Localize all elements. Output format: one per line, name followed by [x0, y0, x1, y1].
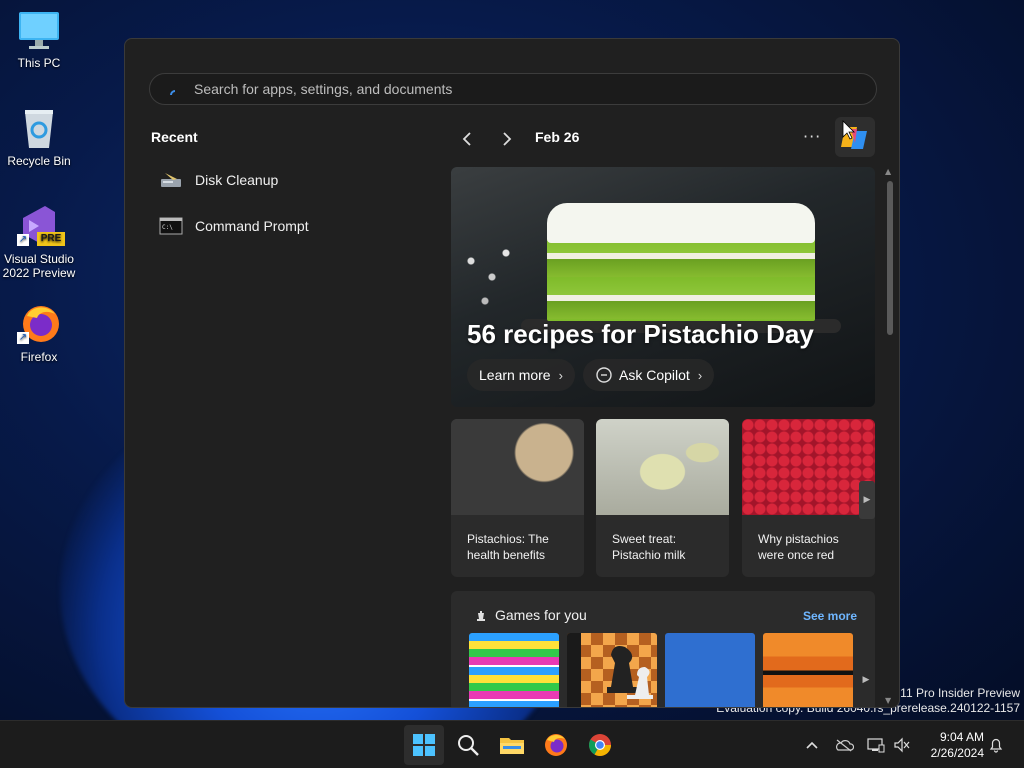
- clock-time: 9:04 AM: [939, 730, 984, 744]
- recent-item-label: Disk Cleanup: [195, 172, 279, 188]
- recycle-bin-icon: [17, 106, 61, 150]
- previous-day-button[interactable]: [455, 127, 479, 151]
- desktop-icon-label: Firefox: [20, 350, 58, 364]
- chat-bubble-icon: [596, 367, 612, 383]
- chrome-taskbar-button[interactable]: [580, 725, 620, 765]
- hero-title: 56 recipes for Pistachio Day: [467, 319, 814, 349]
- story-caption: Pistachios: The health benefits: [467, 532, 549, 562]
- taskbar-search-button[interactable]: [448, 725, 488, 765]
- visual-studio-icon: PRE ↗: [17, 204, 65, 248]
- ask-copilot-label: Ask Copilot: [619, 367, 690, 383]
- see-more-link[interactable]: See more: [803, 609, 857, 623]
- search-placeholder: Search for apps, settings, and documents: [194, 81, 453, 97]
- firefox-icon: ↗: [17, 302, 61, 346]
- search-spinner-icon: [170, 84, 180, 96]
- desktop-icon-recycle-bin[interactable]: Recycle Bin: [0, 106, 78, 168]
- desktop-icon-label: This PC: [17, 56, 61, 70]
- chevron-left-icon: [462, 132, 471, 146]
- notifications-button[interactable]: [986, 735, 1006, 755]
- disk-cleanup-icon: [159, 171, 183, 189]
- story-card-red-pistachios[interactable]: Why pistachios were once red: [742, 419, 875, 577]
- desktop-icon-label: Recycle Bin: [7, 154, 71, 168]
- hero-image-cream: [547, 203, 815, 243]
- recent-item-label: Command Prompt: [195, 218, 309, 234]
- chevron-up-icon: [806, 741, 818, 749]
- chevron-right-icon: ›: [558, 367, 563, 383]
- story-caption: Sweet treat: Pistachio milk: [612, 532, 686, 562]
- story-image-pistachios-bowl: [451, 419, 584, 515]
- copilot-button[interactable]: [835, 117, 875, 157]
- more-options-button[interactable]: ···: [803, 127, 821, 146]
- shortcut-arrow-icon: ↗: [17, 234, 29, 246]
- command-prompt-icon: C:\: [159, 217, 183, 235]
- watermark-line-1: s 11 Pro Insider Preview: [890, 686, 1020, 700]
- volume-button[interactable]: [892, 735, 912, 755]
- onedrive-icon: [836, 739, 854, 752]
- next-day-button[interactable]: [495, 127, 519, 151]
- preview-badge: PRE: [37, 232, 65, 246]
- widgets-scrollbar[interactable]: ▲ ▼: [883, 167, 899, 705]
- firefox-taskbar-button[interactable]: [536, 725, 576, 765]
- taskbar-clock[interactable]: 9:04 AM 2/26/2024: [920, 729, 984, 761]
- volume-muted-icon: [894, 737, 910, 753]
- game-tile-orange[interactable]: [763, 633, 853, 707]
- copilot-icon: [841, 120, 867, 149]
- computer-icon: [17, 8, 61, 52]
- start-menu: Search for apps, settings, and documents…: [124, 38, 900, 708]
- recent-heading: Recent: [151, 129, 198, 145]
- cards-next-button[interactable]: ▶: [859, 481, 875, 519]
- story-caption: Why pistachios were once red: [758, 532, 839, 562]
- network-button[interactable]: [866, 735, 886, 755]
- search-icon: [458, 735, 479, 756]
- ask-copilot-button[interactable]: Ask Copilot ›: [583, 359, 715, 391]
- svg-text:C:\: C:\: [162, 224, 173, 231]
- chess-icon: [477, 611, 485, 621]
- hero-image-cake: [547, 235, 815, 321]
- desktop-icon-label: Visual Studio 2022 Preview: [2, 252, 76, 280]
- story-image-red-pistachios: [742, 419, 875, 515]
- learn-more-button[interactable]: Learn more ›: [467, 359, 575, 391]
- story-image-pistachio-milk: [596, 419, 729, 515]
- story-card-pistachio-health[interactable]: Pistachios: The health benefits: [451, 419, 584, 577]
- games-for-you-card: Games for you See more ▶: [451, 591, 875, 707]
- network-icon: [867, 738, 885, 753]
- start-icon: [413, 734, 435, 756]
- desktop-icon-this-pc[interactable]: This PC: [0, 8, 78, 70]
- onedrive-button[interactable]: [834, 735, 854, 755]
- show-hidden-icons-button[interactable]: [802, 735, 822, 755]
- chevron-right-icon: [503, 132, 512, 146]
- clock-date: 2/26/2024: [930, 746, 984, 760]
- taskbar: 9:04 AM 2/26/2024: [0, 720, 1024, 768]
- file-explorer-icon: [500, 738, 524, 754]
- games-title: Games for you: [495, 607, 587, 623]
- game-tile-blue[interactable]: [665, 633, 755, 707]
- desktop-icon-visual-studio[interactable]: PRE ↗ Visual Studio 2022 Preview: [0, 204, 78, 280]
- recent-item-disk-cleanup[interactable]: Disk Cleanup: [159, 171, 278, 189]
- scrollbar-thumb[interactable]: [887, 181, 893, 335]
- game-tile-color-stripes[interactable]: [469, 633, 559, 707]
- game-tile-chess[interactable]: [567, 633, 657, 707]
- chess-piece-icon: [567, 633, 653, 707]
- scroll-up-icon[interactable]: ▲: [885, 167, 891, 176]
- chrome-icon: [589, 734, 611, 756]
- games-next-button[interactable]: ▶: [859, 665, 873, 695]
- notification-bell-icon: [989, 738, 1003, 753]
- shortcut-arrow-icon: ↗: [17, 332, 29, 344]
- chevron-right-icon: ›: [697, 367, 703, 383]
- firefox-icon: [545, 734, 567, 756]
- start-button[interactable]: [404, 725, 444, 765]
- feed-date: Feb 26: [535, 129, 580, 145]
- recent-item-command-prompt[interactable]: C:\ Command Prompt: [159, 217, 309, 235]
- hero-image-flowers: [457, 237, 527, 317]
- search-box[interactable]: Search for apps, settings, and documents: [149, 73, 877, 105]
- desktop-icon-firefox[interactable]: ↗ Firefox: [0, 302, 78, 364]
- learn-more-label: Learn more: [479, 367, 551, 383]
- story-card-pistachio-milk[interactable]: Sweet treat: Pistachio milk: [596, 419, 729, 577]
- hero-story-card[interactable]: 56 recipes for Pistachio Day Learn more …: [451, 167, 875, 407]
- scroll-down-icon[interactable]: ▼: [885, 696, 891, 705]
- file-explorer-button[interactable]: [492, 725, 532, 765]
